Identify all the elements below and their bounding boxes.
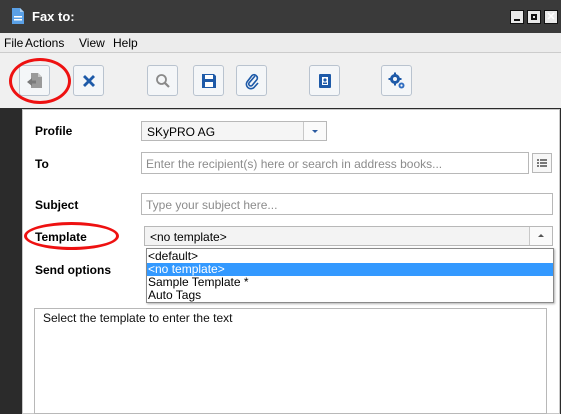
subject-field[interactable]: Type your subject here... [141,193,553,215]
maximize-icon[interactable] [527,10,541,24]
profile-value: SKyPRO AG [147,125,216,139]
address-book-button[interactable] [309,65,340,96]
fax-doc-icon [12,8,24,24]
subject-placeholder: Type your subject here... [146,198,278,212]
save-icon [201,73,216,88]
menu-actions[interactable]: Actions [25,36,64,50]
template-dropdown: <default> <no template> Sample Template … [146,248,554,303]
window-title: Fax to: [32,9,75,24]
menu-file[interactable]: File [4,36,23,50]
menu-bar: File Actions View Help [0,33,561,53]
gears-icon [388,72,404,88]
toolbar [0,53,561,108]
attach-button[interactable] [236,65,267,96]
close-x-icon [82,74,95,87]
contact-card-icon [318,73,331,88]
message-body[interactable]: Select the template to enter the text [34,308,547,414]
profile-label: Profile [35,124,73,138]
save-button[interactable] [193,65,224,96]
message-body-hint: Select the template to enter the text [43,311,233,325]
subject-label: Subject [35,198,79,212]
settings-button[interactable] [381,65,412,96]
list-icon [537,159,547,167]
cancel-button[interactable] [73,65,104,96]
minimize-icon[interactable] [510,10,524,24]
recipients-field[interactable]: Enter the recipient(s) here or search in… [141,152,529,174]
menu-view[interactable]: View [79,36,105,50]
profile-select[interactable]: SKyPRO AG [141,121,327,141]
paperclip-icon [245,73,259,90]
template-label-highlight [24,222,119,250]
search-button[interactable] [147,65,178,96]
menu-help[interactable]: Help [113,36,138,50]
template-option[interactable]: Sample Template * [147,276,553,289]
close-icon[interactable]: ✕ [544,10,558,24]
template-value: <no template> [150,230,227,244]
send-options-label: Send options [35,263,111,277]
chevron-down-icon[interactable] [303,122,326,140]
template-select[interactable]: <no template> [144,226,553,246]
title-bar: Fax to: ✕ [0,0,561,33]
recipients-placeholder: Enter the recipient(s) here or search in… [146,157,443,171]
to-label: To [35,157,49,171]
send-button-highlight [9,58,71,104]
address-book-lookup-button[interactable] [532,153,552,173]
template-option[interactable]: Auto Tags [147,289,553,302]
search-icon [155,73,170,88]
chevron-up-icon[interactable] [529,227,552,245]
